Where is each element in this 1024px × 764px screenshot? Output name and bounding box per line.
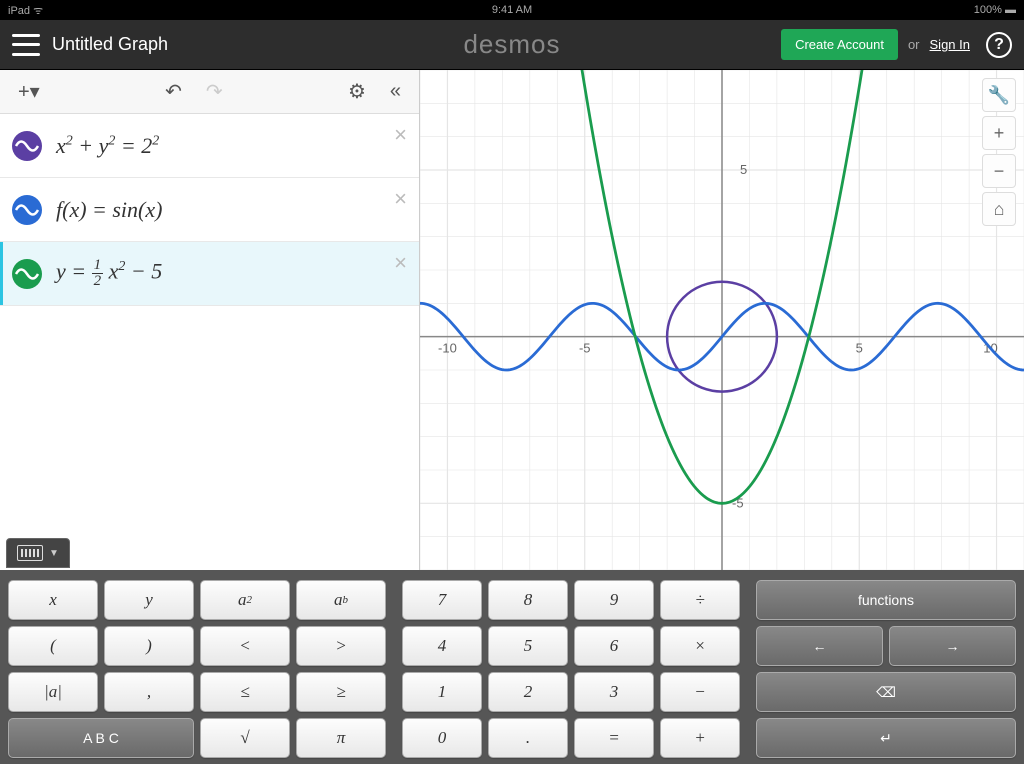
expression-sidebar: +▾ ↶ ↷ ⚙ « x2 + y2 = 22 × f(x) = sin(x) … bbox=[0, 70, 420, 570]
svg-text:5: 5 bbox=[740, 162, 747, 177]
key-2[interactable]: 2 bbox=[488, 672, 568, 712]
key-0[interactable]: 0 bbox=[402, 718, 482, 758]
expression-text[interactable]: y = 12 x2 − 5 bbox=[56, 258, 162, 289]
key-|a|[interactable]: |a| bbox=[8, 672, 98, 712]
key-.[interactable]: . bbox=[488, 718, 568, 758]
expression-text[interactable]: x2 + y2 = 22 bbox=[56, 133, 159, 159]
expression-text[interactable]: f(x) = sin(x) bbox=[56, 197, 162, 223]
graph-canvas[interactable]: -10-55105-5 🔧 + − ⌂ bbox=[420, 70, 1024, 570]
status-battery: 100% ▬ bbox=[974, 4, 1016, 16]
expression-row[interactable]: x2 + y2 = 22 × bbox=[0, 114, 419, 178]
key-ab[interactable]: ab bbox=[296, 580, 386, 620]
key-9[interactable]: 9 bbox=[574, 580, 654, 620]
settings-button[interactable]: ⚙ bbox=[340, 75, 374, 108]
arrow-left-key[interactable]: ← bbox=[756, 626, 883, 666]
key-π[interactable]: π bbox=[296, 718, 386, 758]
desmos-logo: desmos bbox=[463, 29, 560, 60]
backspace-key[interactable]: ⌫ bbox=[756, 672, 1016, 712]
key-([interactable]: ( bbox=[8, 626, 98, 666]
collapse-sidebar-button[interactable]: « bbox=[382, 76, 409, 107]
key-<[interactable]: < bbox=[200, 626, 290, 666]
keyboard-icon bbox=[17, 545, 43, 561]
key-8[interactable]: 8 bbox=[488, 580, 568, 620]
key-≤[interactable]: ≤ bbox=[200, 672, 290, 712]
expression-color-icon[interactable] bbox=[12, 259, 42, 289]
key-)[interactable]: ) bbox=[104, 626, 194, 666]
keyboard-toggle[interactable]: ▼ bbox=[6, 538, 70, 568]
sign-in-link[interactable]: Sign In bbox=[930, 37, 970, 52]
key-÷[interactable]: ÷ bbox=[660, 580, 740, 620]
status-left: iPad ᯤ bbox=[8, 3, 43, 18]
key-6[interactable]: 6 bbox=[574, 626, 654, 666]
zoom-in-button[interactable]: + bbox=[982, 116, 1016, 150]
home-button[interactable]: ⌂ bbox=[982, 192, 1016, 226]
svg-text:-5: -5 bbox=[579, 341, 591, 356]
delete-expression-icon[interactable]: × bbox=[394, 250, 407, 276]
undo-button[interactable]: ↶ bbox=[157, 75, 190, 108]
ios-status-bar: iPad ᯤ 9:41 AM 100% ▬ bbox=[0, 0, 1024, 20]
key-−[interactable]: − bbox=[660, 672, 740, 712]
key-x[interactable]: x bbox=[8, 580, 98, 620]
menu-icon[interactable] bbox=[12, 34, 40, 56]
graph-svg: -10-55105-5 bbox=[420, 70, 1024, 570]
key-7[interactable]: 7 bbox=[402, 580, 482, 620]
zoom-out-button[interactable]: − bbox=[982, 154, 1016, 188]
graph-title[interactable]: Untitled Graph bbox=[52, 34, 168, 55]
sidebar-toolbar: +▾ ↶ ↷ ⚙ « bbox=[0, 70, 419, 114]
key-a2[interactable]: a2 bbox=[200, 580, 290, 620]
svg-text:5: 5 bbox=[856, 341, 863, 356]
delete-expression-icon[interactable]: × bbox=[394, 186, 407, 212]
chevron-down-icon: ▼ bbox=[49, 548, 59, 559]
key-×[interactable]: × bbox=[660, 626, 740, 666]
expression-row[interactable]: f(x) = sin(x) × bbox=[0, 178, 419, 242]
key-√[interactable]: √ bbox=[200, 718, 290, 758]
functions-key[interactable]: functions bbox=[756, 580, 1016, 620]
enter-key[interactable]: ↵ bbox=[756, 718, 1016, 758]
create-account-button[interactable]: Create Account bbox=[781, 29, 898, 60]
key-y[interactable]: y bbox=[104, 580, 194, 620]
key-≥[interactable]: ≥ bbox=[296, 672, 386, 712]
expression-color-icon[interactable] bbox=[12, 195, 42, 225]
status-time: 9:41 AM bbox=[492, 4, 532, 16]
key-=[interactable]: = bbox=[574, 718, 654, 758]
key-4[interactable]: 4 bbox=[402, 626, 482, 666]
wrench-icon[interactable]: 🔧 bbox=[982, 78, 1016, 112]
add-expression-button[interactable]: +▾ bbox=[10, 75, 48, 108]
help-icon[interactable]: ? bbox=[986, 32, 1012, 58]
arrow-right-key[interactable]: → bbox=[889, 626, 1016, 666]
key-3[interactable]: 3 bbox=[574, 672, 654, 712]
math-keyboard: xya2ab ()<> |a|,≤≥ A B C√π 789÷ 456× 123− 0.=+… bbox=[0, 570, 1024, 764]
key-+[interactable]: + bbox=[660, 718, 740, 758]
key->[interactable]: > bbox=[296, 626, 386, 666]
or-text: or bbox=[908, 37, 920, 52]
app-header: Untitled Graph desmos Create Account or … bbox=[0, 20, 1024, 70]
expression-row[interactable]: y = 12 x2 − 5 × bbox=[0, 242, 419, 306]
delete-expression-icon[interactable]: × bbox=[394, 122, 407, 148]
key-,[interactable]: , bbox=[104, 672, 194, 712]
svg-text:-10: -10 bbox=[438, 341, 457, 356]
redo-button[interactable]: ↷ bbox=[198, 75, 231, 108]
key-1[interactable]: 1 bbox=[402, 672, 482, 712]
expression-color-icon[interactable] bbox=[12, 131, 42, 161]
key-abc[interactable]: A B C bbox=[8, 718, 194, 758]
key-5[interactable]: 5 bbox=[488, 626, 568, 666]
